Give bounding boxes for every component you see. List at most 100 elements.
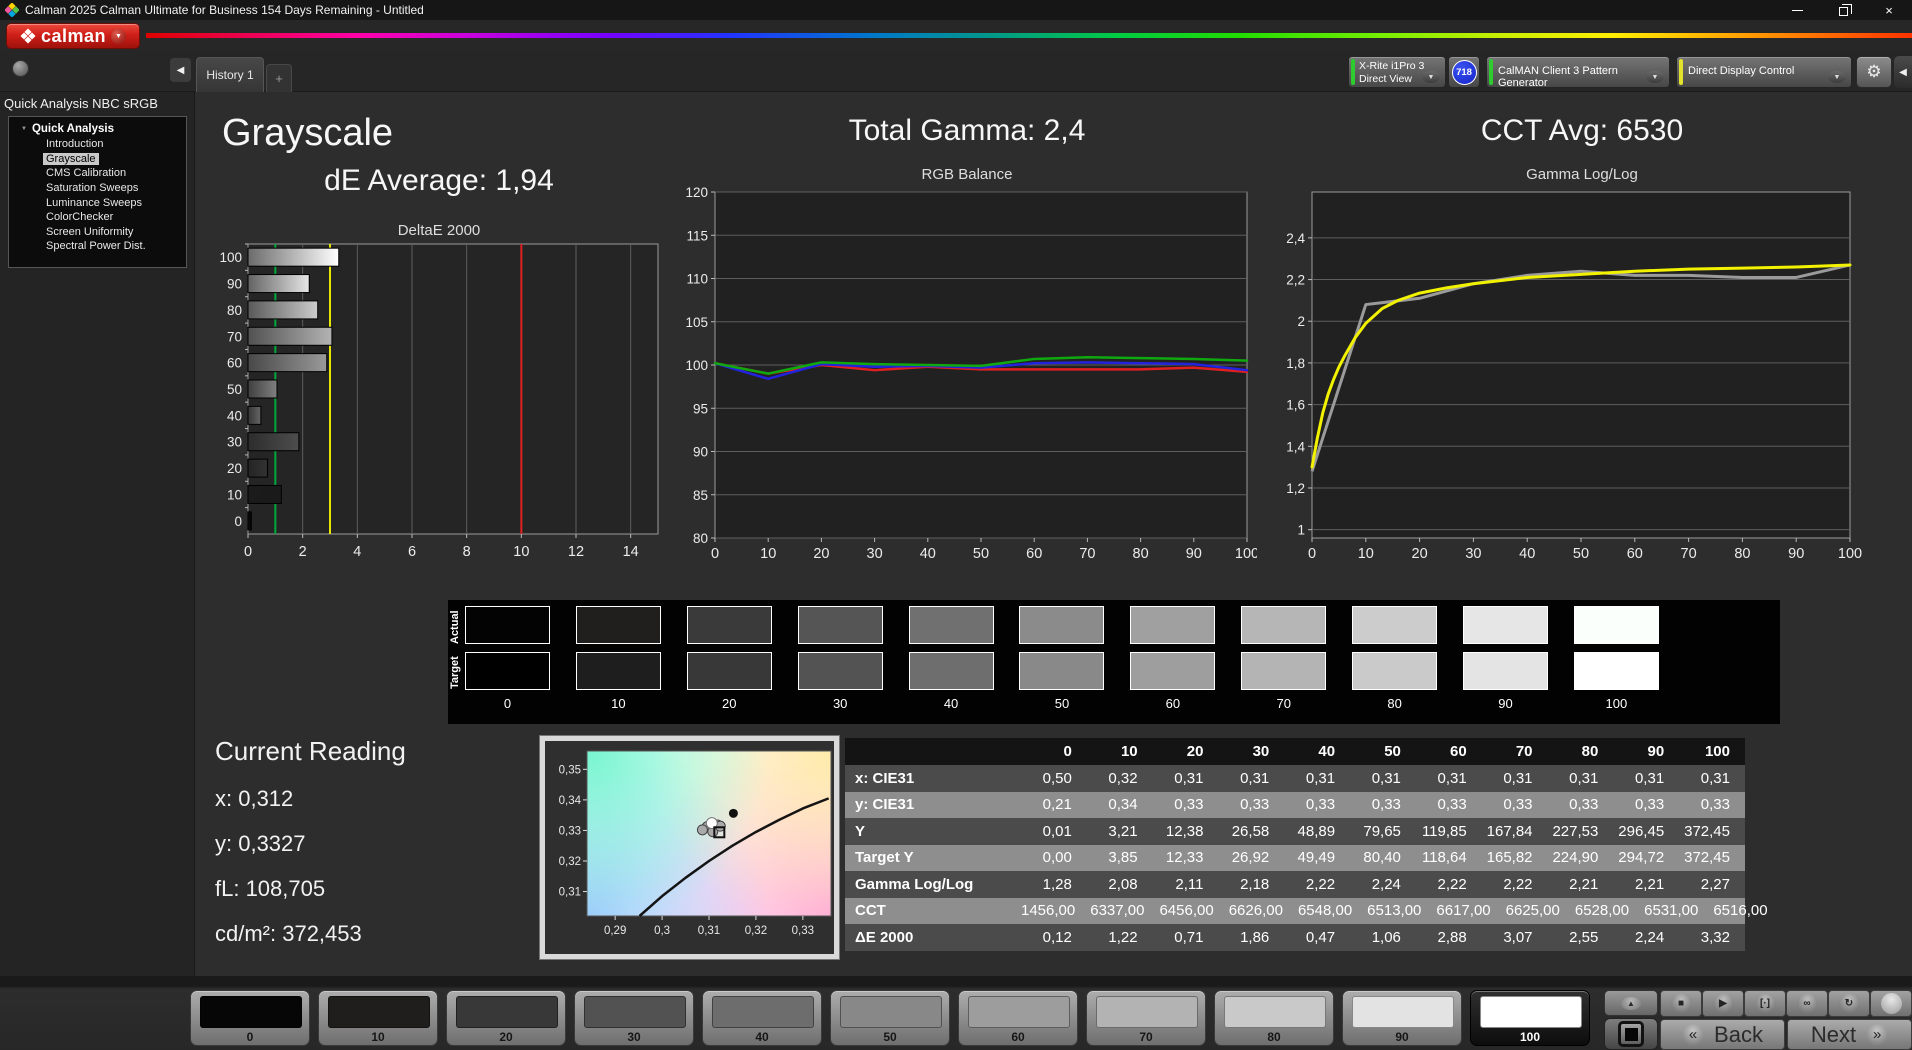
pattern-generator-button[interactable]: CalMAN Client 3 Pattern Generator ▼ xyxy=(1486,56,1670,88)
record-icon xyxy=(1881,993,1902,1014)
record-button[interactable] xyxy=(1870,990,1912,1017)
table-cell: 0,33 xyxy=(1679,796,1745,813)
table-cell: 118,64 xyxy=(1416,849,1482,866)
logo-text: calman xyxy=(41,26,106,47)
table-row: CCT1456,006337,006456,006626,006548,0065… xyxy=(845,898,1745,925)
patch-label: 80 xyxy=(1215,1030,1333,1044)
sidebar-item-cms-calibration[interactable]: CMS Calibration xyxy=(9,166,186,181)
pattern-patch-20[interactable]: 20 xyxy=(446,990,566,1046)
table-cell: 79,65 xyxy=(1350,823,1416,840)
pattern-patch-50[interactable]: 50 xyxy=(830,990,950,1046)
svg-text:0,34: 0,34 xyxy=(559,795,582,807)
row-label: ΔE 2000 xyxy=(845,929,1021,946)
patch-swatch xyxy=(1480,996,1582,1028)
pattern-patch-0[interactable]: 0 xyxy=(190,990,310,1046)
sidebar-item-saturation-sweeps[interactable]: Saturation Sweeps xyxy=(9,181,186,196)
table-cell: 6516,00 xyxy=(1713,902,1782,919)
sidebar-item-grayscale[interactable]: Grayscale xyxy=(9,152,186,167)
calman-menu-button[interactable]: calman ▼ xyxy=(6,23,140,49)
svg-text:40: 40 xyxy=(920,546,936,562)
table-cell: 0,31 xyxy=(1218,770,1284,787)
svg-text:90: 90 xyxy=(227,277,242,292)
pattern-patch-80[interactable]: 80 xyxy=(1214,990,1334,1046)
tree-root-quick-analysis[interactable]: ▼ Quick Analysis xyxy=(9,121,186,137)
svg-text:8: 8 xyxy=(463,544,471,560)
pattern-generator-label: CalMAN Client 3 Pattern Generator xyxy=(1498,65,1669,88)
table-cell: 0,31 xyxy=(1350,770,1416,787)
play-button[interactable]: ▶ xyxy=(1702,990,1744,1017)
tab-history-1[interactable]: History 1 xyxy=(196,57,264,92)
svg-text:40: 40 xyxy=(227,408,242,423)
svg-text:0: 0 xyxy=(1308,546,1316,562)
sidebar-item-luminance-sweeps[interactable]: Luminance Sweeps xyxy=(9,195,186,210)
svg-text:2: 2 xyxy=(1297,314,1305,329)
meter-name: X-Rite i1Pro 3 xyxy=(1359,60,1424,73)
minimize-button[interactable] xyxy=(1774,0,1820,20)
pattern-patch-40[interactable]: 40 xyxy=(702,990,822,1046)
close-button[interactable]: × xyxy=(1866,0,1912,20)
marker-button[interactable]: [·] xyxy=(1744,990,1786,1017)
table-cell: 3,32 xyxy=(1679,929,1745,946)
pattern-status-stripe xyxy=(1489,59,1493,85)
pattern-patch-30[interactable]: 30 xyxy=(574,990,694,1046)
svg-text:105: 105 xyxy=(685,315,708,330)
sidebar-item-introduction[interactable]: Introduction xyxy=(9,137,186,152)
chevron-down-icon: ▼ xyxy=(1828,71,1846,83)
sidebar-item-colorchecker[interactable]: ColorChecker xyxy=(9,210,186,225)
svg-text:95: 95 xyxy=(693,401,708,416)
panel-dot-button[interactable] xyxy=(12,60,29,77)
svg-text:10: 10 xyxy=(227,487,242,502)
patch-swatch xyxy=(1352,996,1454,1028)
add-tab-button[interactable]: + xyxy=(266,64,292,92)
actual-swatch-30 xyxy=(798,606,883,644)
patch-label: 100 xyxy=(1471,1030,1589,1044)
total-gamma-heading: Total Gamma: 2,4 xyxy=(677,114,1257,148)
loop-button[interactable]: ∞ xyxy=(1786,990,1828,1017)
pattern-window-button[interactable] xyxy=(1604,1018,1658,1050)
column-header: 70 xyxy=(1482,743,1548,760)
settings-gear-icon[interactable]: ⚙ xyxy=(1856,56,1892,88)
table-cell: 2,21 xyxy=(1613,876,1679,893)
restore-button[interactable] xyxy=(1820,0,1866,20)
table-cell: 0,31 xyxy=(1416,770,1482,787)
table-row: Y0,013,2112,3826,5848,8979,65119,85167,8… xyxy=(845,818,1745,845)
table-cell: 0,31 xyxy=(1548,770,1614,787)
window-title: Calman 2025 Calman Ultimate for Business… xyxy=(25,3,424,17)
pattern-patch-90[interactable]: 90 xyxy=(1342,990,1462,1046)
display-control-button[interactable]: Direct Display Control ▼ xyxy=(1676,56,1852,88)
next-label: Next xyxy=(1811,1022,1856,1048)
table-cell: 6456,00 xyxy=(1159,902,1228,919)
svg-text:30: 30 xyxy=(1465,546,1481,562)
sidebar-item-screen-uniformity[interactable]: Screen Uniformity xyxy=(9,225,186,240)
title-bar: Calman 2025 Calman Ultimate for Business… xyxy=(0,0,1912,20)
pattern-patch-70[interactable]: 70 xyxy=(1086,990,1206,1046)
table-cell: 6513,00 xyxy=(1367,902,1436,919)
pattern-bar-expand-button[interactable]: ▲ xyxy=(1604,990,1658,1016)
pattern-patch-10[interactable]: 10 xyxy=(318,990,438,1046)
back-chevrons-icon: « xyxy=(1682,1024,1704,1046)
patch-swatch xyxy=(200,996,302,1028)
sidebar-collapse-icon[interactable]: ◀ xyxy=(170,58,191,82)
column-header: 60 xyxy=(1416,743,1482,760)
svg-text:0: 0 xyxy=(234,514,242,529)
target-swatch-80 xyxy=(1352,652,1437,690)
table-cell: 6626,00 xyxy=(1229,902,1298,919)
panel-collapse-right-icon[interactable]: ◀ xyxy=(1894,56,1912,88)
pattern-patch-60[interactable]: 60 xyxy=(958,990,1078,1046)
current-reading-title: Current Reading xyxy=(215,736,406,767)
svg-text:0,33: 0,33 xyxy=(559,825,581,837)
table-cell: 2,22 xyxy=(1482,876,1548,893)
refresh-button[interactable]: ↻ xyxy=(1828,990,1870,1017)
table-cell: 1,22 xyxy=(1087,929,1153,946)
svg-text:90: 90 xyxy=(1186,546,1202,562)
svg-text:40: 40 xyxy=(1519,546,1535,562)
pattern-patch-100[interactable]: 100 xyxy=(1470,990,1590,1046)
back-button[interactable]: « Back xyxy=(1660,1019,1785,1050)
sidebar-item-spectral-power-dist-[interactable]: Spectral Power Dist. xyxy=(9,239,186,254)
meter-selector-button[interactable]: X-Rite i1Pro 3 Direct View ▼ xyxy=(1348,56,1446,88)
svg-text:50: 50 xyxy=(227,382,242,397)
table-row: ΔE 20000,121,220,711,860,471,062,883,072… xyxy=(845,924,1745,951)
next-button[interactable]: Next » xyxy=(1787,1019,1912,1050)
stop-button[interactable]: ■ xyxy=(1660,990,1702,1017)
table-cell: 2,27 xyxy=(1679,876,1745,893)
